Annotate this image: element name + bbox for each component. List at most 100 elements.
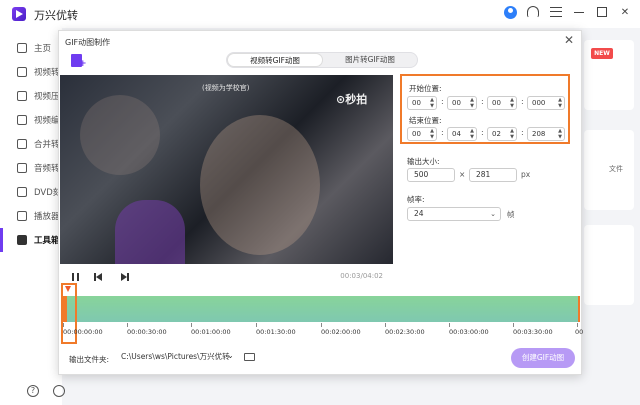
sidebar-item-video-edit[interactable]: 视频编辑: [0, 108, 62, 132]
convert-icon: [17, 67, 27, 77]
toolbox-icon: [17, 235, 27, 245]
close-icon: ✕: [620, 6, 630, 18]
start-second-value: 00: [492, 99, 501, 107]
create-gif-button[interactable]: 创建GIF动图: [511, 348, 575, 368]
maximize-button[interactable]: [595, 5, 609, 19]
stepper-arrows-icon[interactable]: ▲ ▼: [430, 128, 434, 140]
sidebar-item-label: 视频压缩: [34, 92, 60, 102]
output-folder-select[interactable]: C:\Users\ws\Pictures\万兴优转: [119, 349, 237, 365]
compress-icon: [17, 91, 27, 101]
ruler-tick: [385, 323, 386, 327]
chevron-down-icon[interactable]: ⌄: [227, 351, 234, 360]
video-frame-shape: [200, 115, 320, 255]
tab-video-to-gif[interactable]: 视频转GIF动图: [227, 53, 323, 67]
ruler-tick-label: 00:00:00:00: [63, 328, 103, 336]
menu-icon: [550, 7, 562, 17]
start-hour-value: 00: [412, 99, 421, 107]
frame-rate-unit: 帧: [507, 210, 515, 219]
start-minute-stepper[interactable]: 00 ▲ ▼: [447, 96, 477, 110]
end-minute-stepper[interactable]: 04 ▲ ▼: [447, 127, 477, 141]
sidebar-item-home[interactable]: 主页: [0, 36, 62, 60]
headset-icon: [527, 6, 539, 18]
help-icon[interactable]: ?: [27, 385, 39, 397]
trim-end-handle[interactable]: [578, 296, 580, 322]
ruler-tick: [449, 323, 450, 327]
window-controls: ✕: [503, 5, 632, 19]
timeline-track[interactable]: [62, 296, 580, 322]
sidebar-item-audio[interactable]: 音频转换: [0, 156, 62, 180]
minimize-icon: [574, 11, 584, 13]
output-height-input[interactable]: 281: [469, 168, 517, 182]
stepper-arrows-icon[interactable]: ▲ ▼: [558, 128, 562, 140]
menu-button[interactable]: [549, 5, 563, 19]
stepper-arrows-icon[interactable]: ▲ ▼: [558, 97, 562, 109]
start-second-stepper[interactable]: 00 ▲ ▼: [487, 96, 517, 110]
close-icon: ✕: [563, 33, 575, 47]
mode-tabs: 视频转GIF动图 图片转GIF动图: [226, 52, 418, 68]
next-frame-icon[interactable]: [121, 273, 129, 281]
video-frame-shape: [115, 200, 185, 264]
time-separator: :: [441, 97, 444, 106]
sidebar-item-label: 主页: [34, 44, 52, 54]
video-preview[interactable]: (视频为学校官) ⊙秒拍: [60, 75, 393, 264]
end-hour-stepper[interactable]: 00 ▲ ▼: [407, 127, 437, 141]
title-bar: 万兴优转 ✕: [0, 0, 640, 28]
sidebar-item-player[interactable]: 播放器: [0, 204, 62, 228]
tab-image-to-gif[interactable]: 图片转GIF动图: [323, 53, 417, 67]
pause-icon[interactable]: [72, 273, 79, 281]
ruler-tick: [127, 323, 128, 327]
stepper-arrows-icon[interactable]: ▲ ▼: [430, 97, 434, 109]
minimize-button[interactable]: [572, 5, 586, 19]
sidebar-item-toolbox[interactable]: 工具箱: [0, 228, 62, 252]
scissors-icon: [17, 115, 27, 125]
support-button[interactable]: [526, 5, 540, 19]
ruler-tick: [256, 323, 257, 327]
frame-rate-value: 24: [414, 209, 424, 218]
end-ms-stepper[interactable]: 208 ▲ ▼: [527, 127, 565, 141]
merge-icon: [17, 139, 27, 149]
output-width-input[interactable]: 500: [407, 168, 455, 182]
end-second-stepper[interactable]: 02 ▲ ▼: [487, 127, 517, 141]
dialog-close-button[interactable]: ✕: [563, 34, 575, 46]
time-separator: :: [481, 97, 484, 106]
start-position-label: 开始位置:: [409, 84, 442, 93]
end-position-label: 结束位置:: [409, 116, 442, 125]
start-hour-stepper[interactable]: 00 ▲ ▼: [407, 96, 437, 110]
add-file-icon[interactable]: [71, 54, 87, 69]
end-ms-value: 208: [532, 130, 546, 138]
home-icon: [17, 43, 27, 53]
stepper-arrows-icon[interactable]: ▲ ▼: [510, 97, 514, 109]
start-minute-value: 00: [452, 99, 461, 107]
user-button[interactable]: [503, 5, 517, 19]
ruler-tick: [513, 323, 514, 327]
sidebar-item-video-convert[interactable]: 视频转换: [0, 60, 62, 84]
sidebar-item-label: 音频转换: [34, 164, 60, 174]
sidebar-item-label: 视频转换: [34, 68, 60, 78]
start-ms-value: 000: [532, 99, 546, 107]
ruler-tick-label: 00:01:00:00: [191, 328, 231, 336]
previous-frame-icon[interactable]: [94, 273, 102, 281]
sidebar-item-video-compress[interactable]: 视频压缩: [0, 84, 62, 108]
stepper-arrows-icon[interactable]: ▲ ▼: [470, 128, 474, 140]
stepper-arrows-icon[interactable]: ▲ ▼: [470, 97, 474, 109]
sidebar-item-dvd[interactable]: DVD刻录: [0, 180, 62, 204]
dialog-title: GIF动图制作: [65, 38, 111, 47]
frame-rate-select[interactable]: 24 ⌄: [407, 207, 501, 221]
sidebar-item-merge[interactable]: 合并转换: [0, 132, 62, 156]
background-card: [584, 225, 634, 305]
ruler-tick: [321, 323, 322, 327]
feedback-icon[interactable]: [53, 385, 65, 397]
audio-icon: [17, 163, 27, 173]
playback-time: 00:03/04:02: [340, 272, 383, 280]
stepper-arrows-icon[interactable]: ▲ ▼: [510, 128, 514, 140]
folder-icon[interactable]: [244, 353, 255, 361]
size-separator: ×: [459, 170, 466, 179]
start-ms-stepper[interactable]: 000 ▲ ▼: [527, 96, 565, 110]
dvd-icon: [17, 187, 27, 197]
end-second-value: 02: [492, 130, 501, 138]
playhead-marker-icon[interactable]: [65, 286, 71, 292]
end-minute-value: 04: [452, 130, 461, 138]
close-window-button[interactable]: ✕: [618, 5, 632, 19]
video-caption: (视频为学校官): [202, 84, 250, 92]
ruler-tick: [191, 323, 192, 327]
